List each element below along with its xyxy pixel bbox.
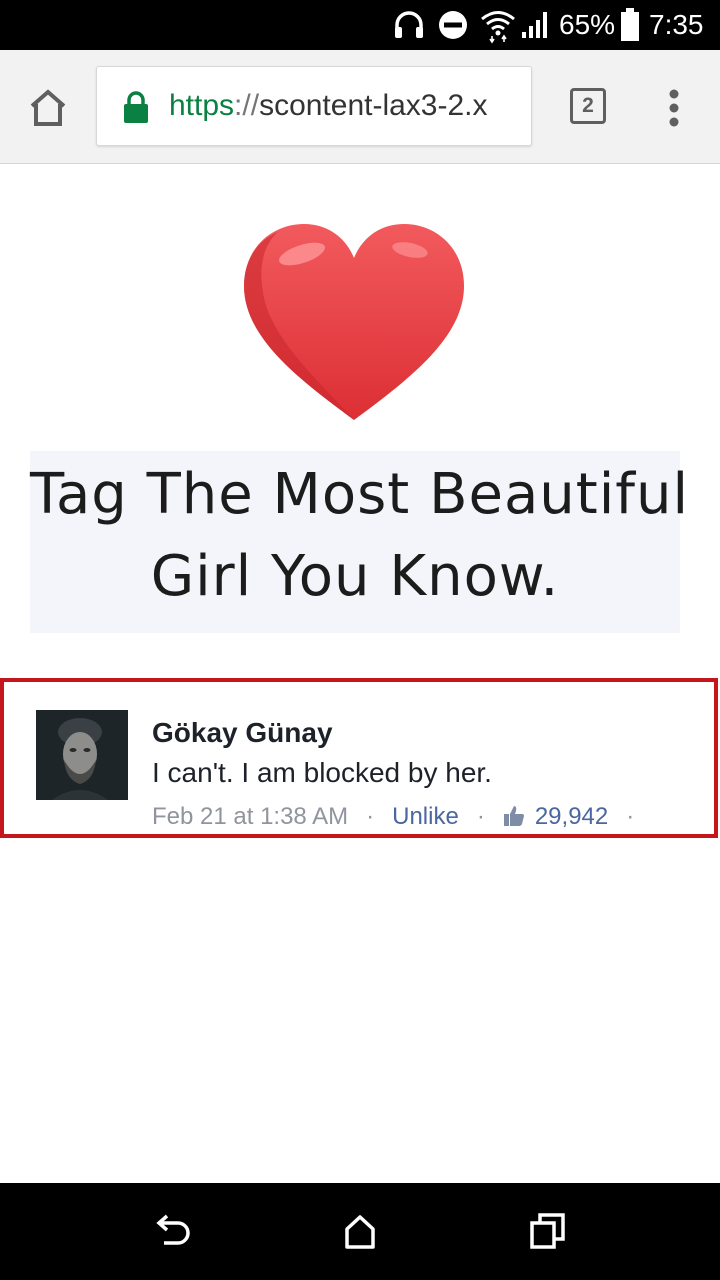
page-content: Tag The Most Beautiful Girl You Know. Gö… xyxy=(0,165,720,1183)
unlike-link[interactable]: Unlike xyxy=(392,802,459,832)
home-icon[interactable] xyxy=(24,84,72,132)
comment-author[interactable]: Gökay Günay xyxy=(152,716,333,750)
lock-icon xyxy=(124,91,148,123)
separator-dot: · xyxy=(476,803,485,830)
separator-dot: · xyxy=(626,803,635,830)
do-not-disturb-icon xyxy=(439,11,467,39)
status-bar: 65% 7:35 xyxy=(0,0,720,50)
battery-icon xyxy=(621,8,639,41)
tab-count: 2 xyxy=(582,94,594,117)
url-scheme: https xyxy=(169,89,235,122)
navigation-bar xyxy=(0,1183,720,1280)
comment-timestamp[interactable]: Feb 21 at 1:38 AM xyxy=(152,802,348,832)
comment-text: I can't. I am blocked by her. xyxy=(152,757,492,788)
separator-dot: · xyxy=(366,803,375,830)
back-icon[interactable] xyxy=(154,1211,194,1251)
more-vert-icon[interactable] xyxy=(656,84,692,132)
post-caption: Tag The Most Beautiful Girl You Know. xyxy=(30,451,690,633)
recents-icon[interactable] xyxy=(528,1211,568,1251)
cell-signal-icon xyxy=(522,12,547,38)
home-icon[interactable] xyxy=(340,1211,380,1251)
avatar[interactable] xyxy=(36,710,128,800)
tab-switcher-button[interactable]: 2 xyxy=(568,86,608,126)
headphones-icon xyxy=(395,11,423,38)
battery-percent: 65% xyxy=(559,9,616,40)
url-bar[interactable]: https://scontent-lax3-2.x xyxy=(96,66,532,146)
clock: 7:35 xyxy=(649,9,704,40)
like-count[interactable]: 29,942 xyxy=(535,802,608,832)
caption-line-2: Girl You Know. xyxy=(150,544,560,609)
caption-line-1: Tag The Most Beautiful xyxy=(30,462,690,527)
wifi-icon xyxy=(481,11,515,44)
heart-icon xyxy=(244,224,464,420)
comment-card: Gökay Günay I can't. I am blocked by her… xyxy=(0,678,718,838)
url-separator: :// xyxy=(234,89,260,122)
comment-meta: Feb 21 at 1:38 AM · Unlike · 29,942 · xyxy=(152,802,652,834)
url-text: https://scontent-lax3-2.x xyxy=(169,88,488,124)
browser-toolbar: https://scontent-lax3-2.x 2 xyxy=(0,50,720,164)
thumbs-up-icon xyxy=(503,806,524,826)
profile-photo xyxy=(36,710,128,800)
url-host: scontent-lax3-2.x xyxy=(259,89,488,122)
